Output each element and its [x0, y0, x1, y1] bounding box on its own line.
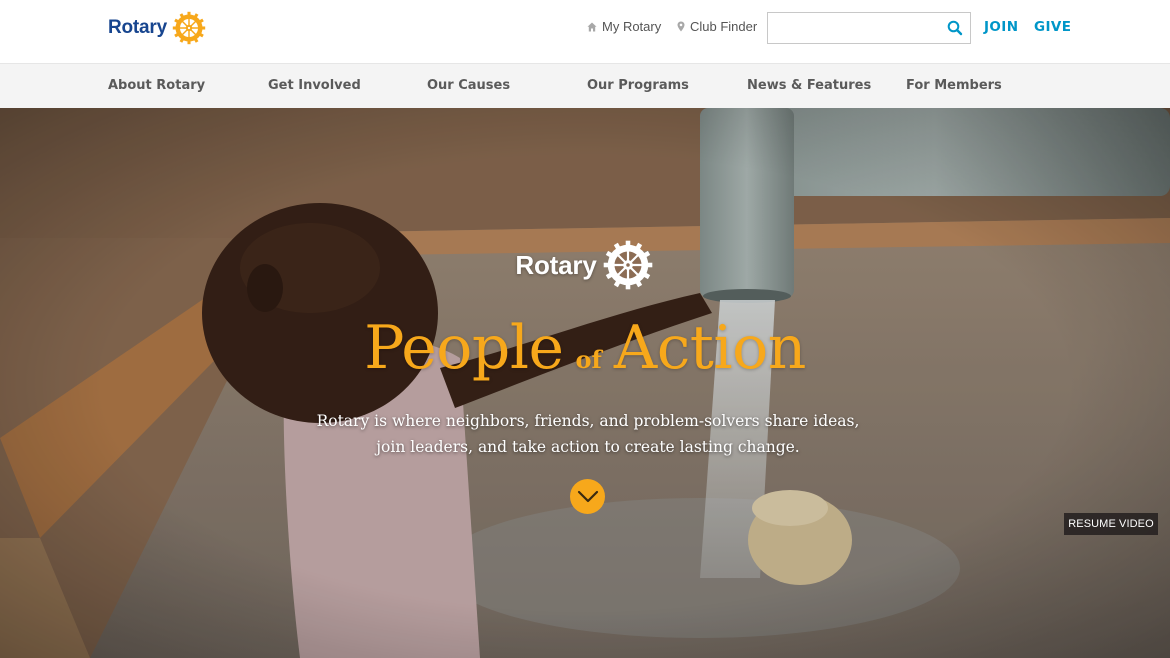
- hero-title: People of Action: [0, 313, 1170, 383]
- main-nav: About Rotary Get Involved Our Causes Our…: [0, 63, 1170, 108]
- top-bar: Rotary My Rotary Club Finder JOIN GIVE: [0, 0, 1170, 63]
- nav-item-news-features[interactable]: News & Features: [747, 78, 871, 93]
- nav-item-for-members[interactable]: For Members: [906, 78, 1002, 93]
- search-input[interactable]: [768, 13, 938, 43]
- hero-video: Rotary People of Action Rotary is where …: [0, 108, 1170, 658]
- my-rotary-link[interactable]: My Rotary: [587, 19, 661, 34]
- search-box: [767, 12, 971, 44]
- nav-item-our-causes[interactable]: Our Causes: [427, 78, 510, 93]
- logo-text: Rotary: [108, 17, 167, 38]
- home-icon: [587, 22, 597, 31]
- hero-title-part1: People: [364, 313, 564, 383]
- give-button[interactable]: GIVE: [1034, 19, 1071, 35]
- hero-brand-text: Rotary: [515, 249, 597, 280]
- chevron-down-icon: [577, 490, 598, 502]
- hero-title-connector: of: [575, 345, 602, 374]
- rotary-wheel-icon: [172, 11, 206, 45]
- hero-background-image: [0, 108, 1170, 658]
- rotary-wheel-icon: [603, 240, 652, 290]
- hero-title-part2: Action: [613, 313, 807, 383]
- club-finder-label: Club Finder: [690, 19, 758, 34]
- nav-item-get-involved[interactable]: Get Involved: [268, 78, 361, 93]
- nav-item-about-rotary[interactable]: About Rotary: [108, 78, 205, 93]
- search-icon[interactable]: [946, 19, 964, 37]
- resume-video-button[interactable]: RESUME VIDEO: [1064, 513, 1158, 535]
- scroll-down-button[interactable]: [570, 479, 605, 514]
- my-rotary-label: My Rotary: [602, 19, 662, 34]
- club-finder-link[interactable]: Club Finder: [677, 19, 757, 34]
- join-button[interactable]: JOIN: [984, 19, 1018, 35]
- hero-rotary-brand: Rotary: [0, 238, 1170, 292]
- map-pin-icon: [677, 21, 685, 32]
- hero-description: Rotary is where neighbors, friends, and …: [316, 412, 860, 456]
- nav-item-our-programs[interactable]: Our Programs: [587, 78, 689, 93]
- rotary-logo[interactable]: Rotary: [108, 10, 207, 46]
